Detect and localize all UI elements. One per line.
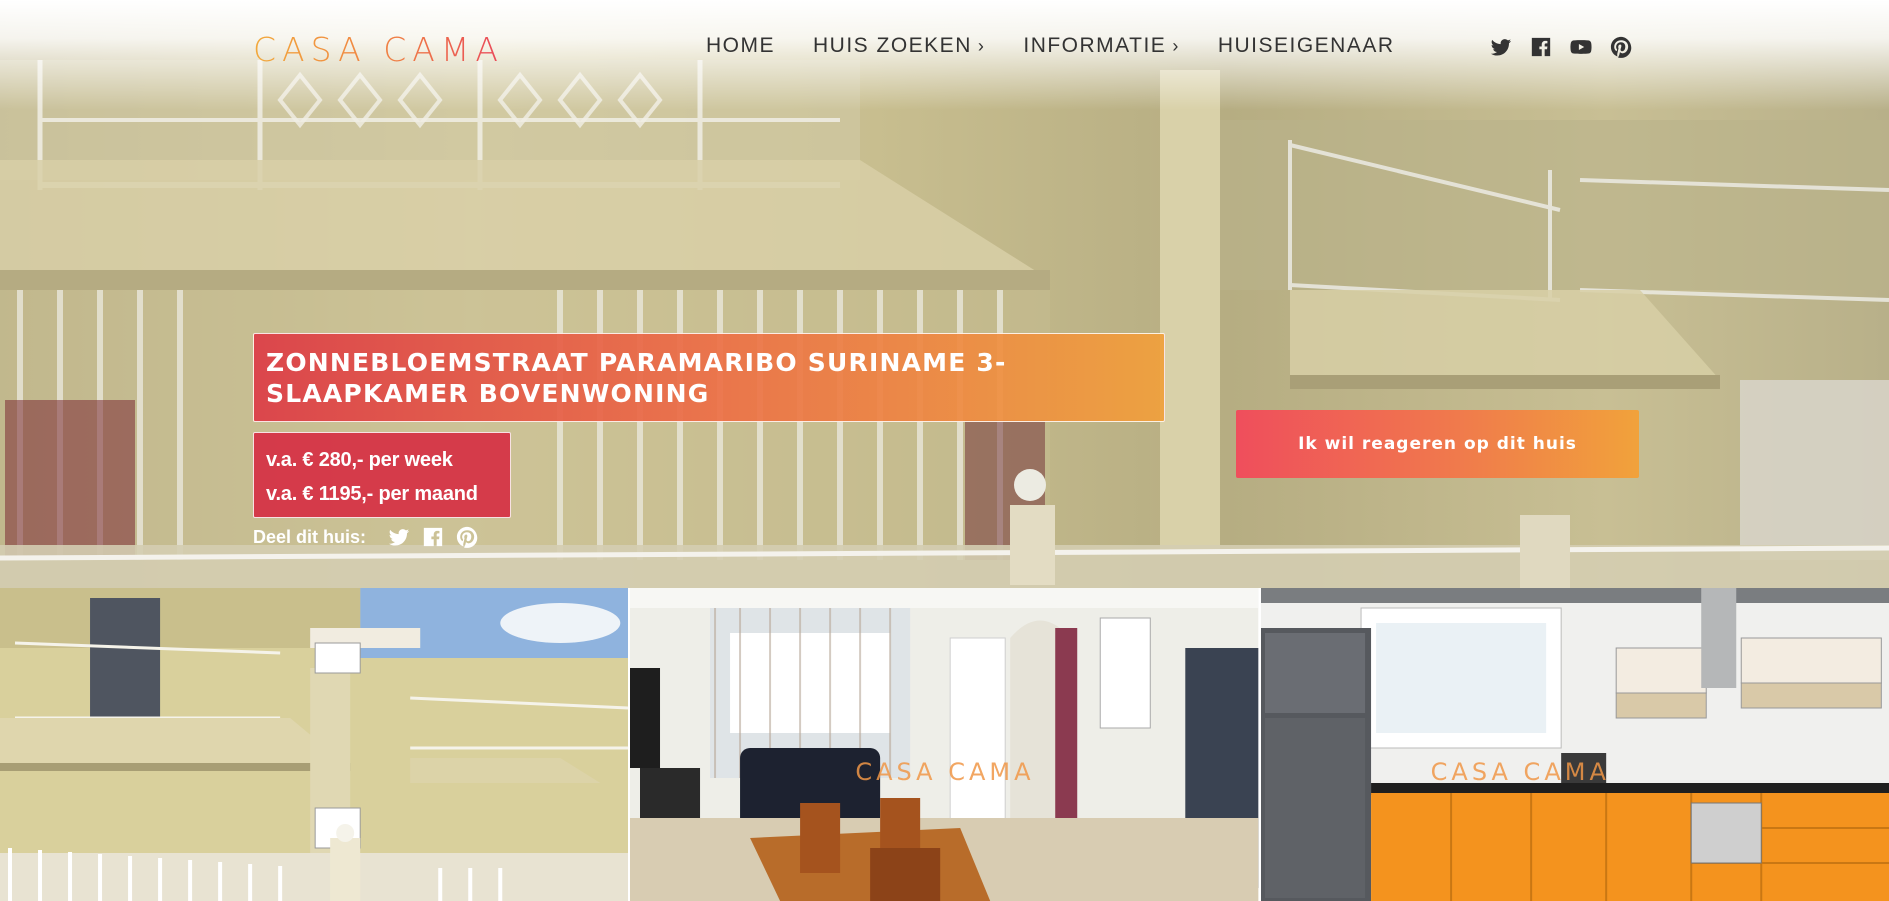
kitchen-photo bbox=[1260, 588, 1889, 901]
nav-item-label: HUIS ZOEKEN bbox=[813, 34, 972, 57]
listing-title: ZONNEBLOEMSTRAAT PARAMARIBO SURINAME 3-S… bbox=[266, 348, 1007, 408]
gallery-photo-exterior[interactable] bbox=[0, 588, 629, 901]
nav-item-huis-zoeken[interactable]: HUIS ZOEKEN › bbox=[813, 34, 985, 58]
price-per-month: v.a. € 1195,- per maand bbox=[266, 483, 478, 505]
nav-item-label: INFORMATIE bbox=[1023, 34, 1167, 57]
twitter-icon[interactable] bbox=[388, 526, 410, 548]
twitter-icon[interactable] bbox=[1490, 36, 1512, 58]
gallery-photo-kitchen[interactable]: CASA CAMA bbox=[1260, 588, 1889, 901]
nav-item-huiseigenaar[interactable]: HUISEIGENAAR bbox=[1218, 34, 1395, 58]
exterior-photo bbox=[0, 588, 629, 901]
facebook-icon[interactable] bbox=[422, 526, 444, 548]
nav-item-label: HUISEIGENAAR bbox=[1217, 34, 1395, 57]
listing-title-box: ZONNEBLOEMSTRAAT PARAMARIBO SURINAME 3-S… bbox=[253, 333, 1165, 422]
respond-to-house-button[interactable]: Ik wil reageren op dit huis bbox=[1236, 410, 1639, 478]
pinterest-icon[interactable] bbox=[456, 526, 478, 548]
gallery-photo-living-room[interactable]: CASA CAMA bbox=[630, 588, 1259, 901]
nav-item-home[interactable]: HOME bbox=[706, 34, 775, 58]
share-row: Deel dit huis: bbox=[253, 526, 478, 548]
price-per-week: v.a. € 280,- per week bbox=[266, 449, 453, 471]
price-box: v.a. € 280,- per week v.a. € 1195,- per … bbox=[253, 432, 511, 518]
photo-gallery: CASA CAMA CASA CAMA bbox=[0, 588, 1889, 901]
chevron-right-icon: › bbox=[977, 35, 986, 56]
share-label: Deel dit huis: bbox=[253, 526, 367, 547]
nav-item-label: HOME bbox=[706, 34, 775, 57]
living-room-photo bbox=[630, 588, 1259, 901]
youtube-icon[interactable] bbox=[1570, 36, 1592, 58]
main-navigation: HOME HUIS ZOEKEN › INFORMATIE › HUISEIGE… bbox=[706, 34, 1395, 58]
hero-banner: CASA CAMA HOME HUIS ZOEKEN › INFORMATIE … bbox=[0, 0, 1889, 588]
site-logo[interactable]: CASA CAMA bbox=[253, 30, 504, 69]
facebook-icon[interactable] bbox=[1530, 36, 1552, 58]
pinterest-icon[interactable] bbox=[1610, 36, 1632, 58]
nav-item-informatie[interactable]: INFORMATIE › bbox=[1023, 34, 1179, 58]
header-social-links bbox=[1490, 36, 1632, 58]
chevron-right-icon: › bbox=[1172, 35, 1180, 56]
